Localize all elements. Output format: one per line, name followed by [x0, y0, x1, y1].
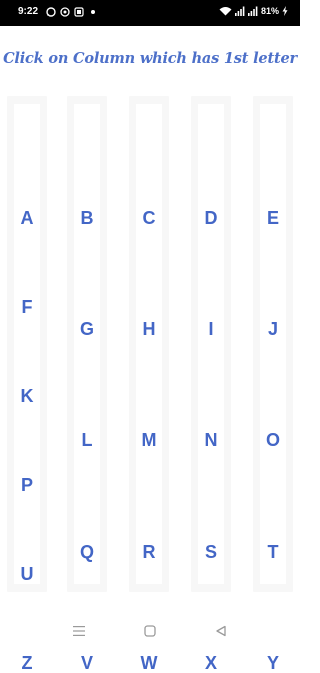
letter: J — [267, 319, 278, 339]
letter: S — [204, 542, 217, 562]
whatsapp-icon — [46, 7, 56, 17]
wifi-icon — [219, 7, 232, 16]
letter: N — [204, 430, 218, 450]
signal-icon — [234, 6, 245, 16]
letter: B — [80, 208, 94, 228]
signal-icon — [247, 6, 258, 16]
letter: R — [142, 542, 156, 562]
letter: P — [20, 475, 33, 495]
letter: M — [141, 430, 157, 450]
notification-dot — [91, 10, 95, 14]
charging-icon — [282, 6, 288, 16]
letter: Z — [21, 653, 33, 673]
letter: Y — [266, 653, 279, 673]
page-title: Click on Column which has 1st letter — [3, 50, 297, 67]
gallery-icon — [74, 7, 84, 17]
letter: E — [266, 208, 279, 228]
letter: K — [20, 386, 34, 406]
system-icons: 81% — [219, 6, 288, 16]
letter: Q — [79, 542, 94, 562]
letter: C — [142, 208, 156, 228]
letter: F — [21, 297, 33, 317]
status-time: 9:22 — [18, 6, 39, 17]
home-icon[interactable] — [143, 624, 157, 638]
letter: X — [204, 653, 217, 673]
letter: V — [80, 653, 93, 673]
letter: U — [20, 564, 34, 584]
letter: W — [140, 653, 158, 673]
column-3[interactable]: C H M R W — [129, 96, 169, 673]
navigation-bar — [0, 612, 300, 650]
back-icon[interactable] — [214, 624, 228, 638]
letter: T — [267, 542, 279, 562]
column-5[interactable]: E J O T Y — [253, 96, 293, 673]
notification-icons — [46, 7, 95, 17]
menu-icon[interactable] — [72, 624, 86, 638]
letter: A — [20, 208, 34, 228]
column-2[interactable]: B G L Q V — [67, 96, 107, 673]
letter: O — [265, 430, 280, 450]
letter: L — [81, 430, 93, 450]
letter: H — [142, 319, 156, 339]
letter: D — [204, 208, 218, 228]
status-bar: 9:22 81% — [0, 0, 300, 26]
app-icon — [60, 7, 70, 17]
battery-level: 81% — [260, 6, 279, 16]
letter: I — [208, 319, 214, 339]
letter: G — [79, 319, 94, 339]
column-1[interactable]: A F K P U Z — [7, 96, 47, 673]
column-4[interactable]: D I N S X — [191, 96, 231, 673]
